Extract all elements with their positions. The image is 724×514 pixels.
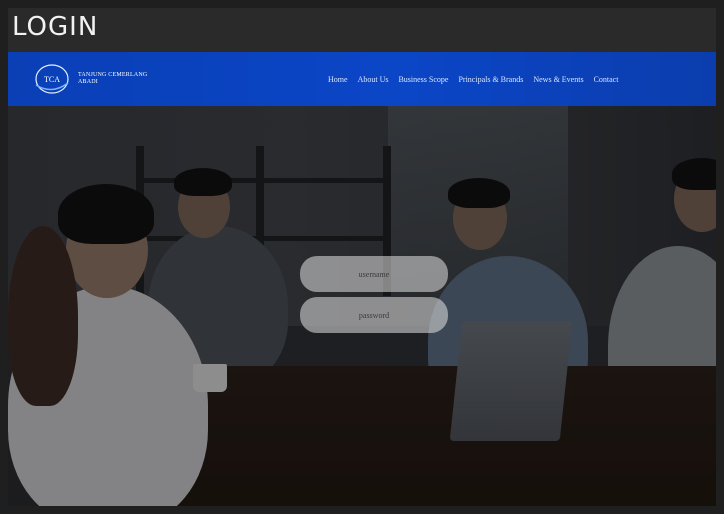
brand-name-line1: TANJUNG CEMERLANG: [78, 72, 148, 78]
brand-name-line2: ABADI: [78, 79, 98, 85]
nav-item-business-scope[interactable]: Business Scope: [398, 75, 448, 84]
app-frame: LOGIN TCA TANJUNG CEMERLANG ABADI Home A…: [8, 8, 716, 506]
hero-background-image: [8, 106, 716, 506]
nav-item-contact[interactable]: Contact: [594, 75, 619, 84]
brand-name: TANJUNG CEMERLANG ABADI: [78, 72, 147, 86]
brand[interactable]: TCA TANJUNG CEMERLANG ABADI: [34, 61, 147, 97]
company-logo-icon: TCA: [34, 61, 70, 97]
page-title: LOGIN: [12, 12, 99, 42]
password-input[interactable]: [300, 297, 448, 333]
nav-item-home[interactable]: Home: [328, 75, 348, 84]
site-navbar: TCA TANJUNG CEMERLANG ABADI Home About U…: [8, 52, 716, 106]
username-input[interactable]: [300, 256, 448, 292]
nav-item-news-events[interactable]: News & Events: [533, 75, 583, 84]
main-nav: Home About Us Business Scope Principals …: [328, 52, 618, 106]
logo-text: TCA: [44, 75, 60, 84]
nav-item-principals-brands[interactable]: Principals & Brands: [458, 75, 523, 84]
nav-item-about-us[interactable]: About Us: [358, 75, 389, 84]
